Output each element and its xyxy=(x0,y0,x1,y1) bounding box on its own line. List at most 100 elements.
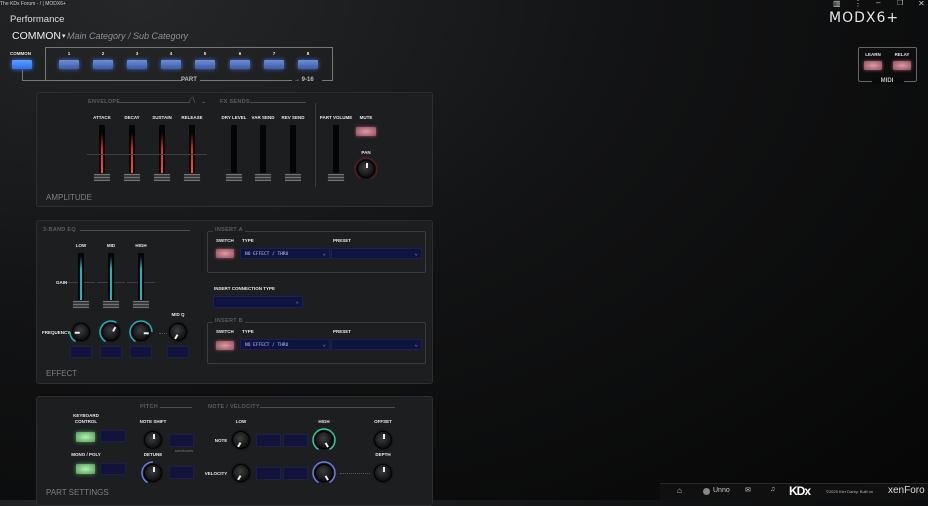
avatar[interactable] xyxy=(703,488,710,495)
note-shift-knob[interactable] xyxy=(144,431,162,449)
fader-handle[interactable] xyxy=(102,300,120,309)
part-number-label: 1 xyxy=(67,51,71,56)
fader-handle[interactable] xyxy=(123,173,141,182)
velocity-offset-knob[interactable] xyxy=(374,431,392,449)
fader-track[interactable] xyxy=(189,125,195,173)
close-icon[interactable]: ✕ xyxy=(918,0,925,8)
part-button[interactable] xyxy=(298,60,318,69)
eq-gain-fader[interactable] xyxy=(108,253,114,301)
fader-handle[interactable] xyxy=(132,300,150,309)
midi-label: MIDI xyxy=(880,78,894,84)
fader-track[interactable] xyxy=(290,125,296,173)
center-line xyxy=(87,154,117,155)
more-icon[interactable]: ⋮ xyxy=(854,0,862,8)
insert-b-type-dropdown[interactable]: NO EFFECT / THRU ⌄ xyxy=(240,339,330,350)
fader-handle[interactable] xyxy=(225,173,243,182)
insert-b-switch[interactable] xyxy=(216,341,234,350)
kdx-logo[interactable]: KDx xyxy=(789,484,811,498)
home-icon[interactable]: ⌂ xyxy=(677,486,682,495)
part-button[interactable] xyxy=(127,60,147,69)
part-button[interactable] xyxy=(264,60,284,69)
mute-button[interactable] xyxy=(356,127,376,136)
insert-b-type-value: NO EFFECT / THRU xyxy=(245,343,289,348)
keyboard-icon[interactable]: ▥ xyxy=(833,0,841,8)
learn-button[interactable] xyxy=(864,61,882,70)
insert-a-switch-label: SWITCH xyxy=(216,238,234,243)
restore-icon[interactable]: ❐ xyxy=(897,0,903,7)
common-button[interactable] xyxy=(12,60,32,69)
parts-9-16-link[interactable]: → 9-16 xyxy=(294,77,314,83)
fader-handle[interactable] xyxy=(183,173,201,182)
copyright-text: ©2025 Kier Darby. Built on xyxy=(826,489,874,494)
bell-icon[interactable]: ♫ xyxy=(770,486,775,493)
subcategory-label: Main Category / Sub Category xyxy=(67,31,189,41)
fader-track[interactable] xyxy=(99,125,105,173)
slider-label: PART VOLUME xyxy=(319,115,353,120)
fader-track[interactable] xyxy=(333,125,339,173)
eq-value-box xyxy=(167,346,189,358)
mode-title: Performance xyxy=(10,14,65,25)
part-button[interactable] xyxy=(195,60,215,69)
fader-fill xyxy=(101,133,103,173)
part-button[interactable] xyxy=(230,60,250,69)
fader-handle[interactable] xyxy=(284,173,302,182)
fader-fill xyxy=(110,256,112,301)
insert-a-type-value: NO EFFECT / THRU xyxy=(245,252,289,257)
note-low-knob[interactable] xyxy=(232,431,250,449)
slider-label: ATTACK xyxy=(93,115,111,120)
insert-a-type-label: TYPE xyxy=(242,238,254,243)
note-shift-value xyxy=(169,434,194,447)
fader-track[interactable] xyxy=(129,125,135,173)
velocity-low-knob[interactable] xyxy=(232,464,250,482)
insert-a-switch[interactable] xyxy=(216,249,234,258)
amplitude-title: AMPLITUDE xyxy=(46,193,92,202)
insert-a-preset-dropdown[interactable]: ⌄ xyxy=(331,248,422,259)
effect-title: EFFECT xyxy=(46,369,78,378)
insert-b-preset-dropdown[interactable]: ⌄ xyxy=(331,339,422,350)
relay-button[interactable] xyxy=(893,61,911,70)
mono-poly-button[interactable] xyxy=(76,464,95,474)
part-button[interactable] xyxy=(93,60,113,69)
xenforo-link[interactable]: xenForo xyxy=(888,485,925,496)
eq-label: 3-BAND EQ xyxy=(43,227,76,233)
pitch-label: PITCH xyxy=(140,404,158,410)
fader-handle[interactable] xyxy=(93,173,111,182)
velocity-high-value xyxy=(283,467,308,480)
keyboard-control-label-2: CONTROL xyxy=(74,419,98,424)
velocity-depth-knob[interactable] xyxy=(374,464,392,482)
insert-b-label: INSERT B xyxy=(213,318,246,324)
eq-gain-fader[interactable] xyxy=(78,253,84,301)
eq-value-box xyxy=(70,346,92,358)
fader-handle[interactable] xyxy=(72,300,90,309)
mono-poly-label: MONO / POLY xyxy=(71,452,101,457)
part-button[interactable] xyxy=(59,60,79,69)
slider-label: DRY LEVEL xyxy=(221,115,247,120)
eq-mid-q-knob[interactable] xyxy=(169,323,187,341)
fader-track[interactable] xyxy=(231,125,237,173)
minimize-icon[interactable]: – xyxy=(876,0,880,7)
insert-a-label: INSERT A xyxy=(213,227,245,233)
relay-label: RELAY xyxy=(894,52,910,57)
center-line xyxy=(177,154,207,155)
part-number-label: 7 xyxy=(272,51,276,56)
fader-handle[interactable] xyxy=(327,173,345,182)
mono-poly-value xyxy=(100,463,126,475)
fader-track[interactable] xyxy=(159,125,165,173)
fader-handle[interactable] xyxy=(153,173,171,182)
part-group-label: PART xyxy=(181,77,197,83)
insert-connection-dropdown[interactable]: ⌄ xyxy=(213,296,303,308)
eq-gain-fader[interactable] xyxy=(138,253,144,301)
offset-label: OFFSET xyxy=(374,419,392,424)
part-button[interactable] xyxy=(161,60,181,69)
fader-track[interactable] xyxy=(260,125,266,173)
keyboard-control-button[interactable] xyxy=(76,432,95,442)
fader-fill xyxy=(80,256,82,301)
mail-icon[interactable]: ✉ xyxy=(745,486,751,494)
eq-low-freq-knob-arc xyxy=(69,331,76,343)
category-label: COMMON xyxy=(12,30,61,42)
detune-label: DETUNE xyxy=(143,452,163,457)
user-name[interactable]: Unno xyxy=(713,487,730,494)
insert-a-type-dropdown[interactable]: NO EFFECT / THRU ⌄ xyxy=(240,248,330,259)
category-dropdown[interactable]: COMMON ▾ xyxy=(12,30,66,42)
fader-handle[interactable] xyxy=(254,173,272,182)
